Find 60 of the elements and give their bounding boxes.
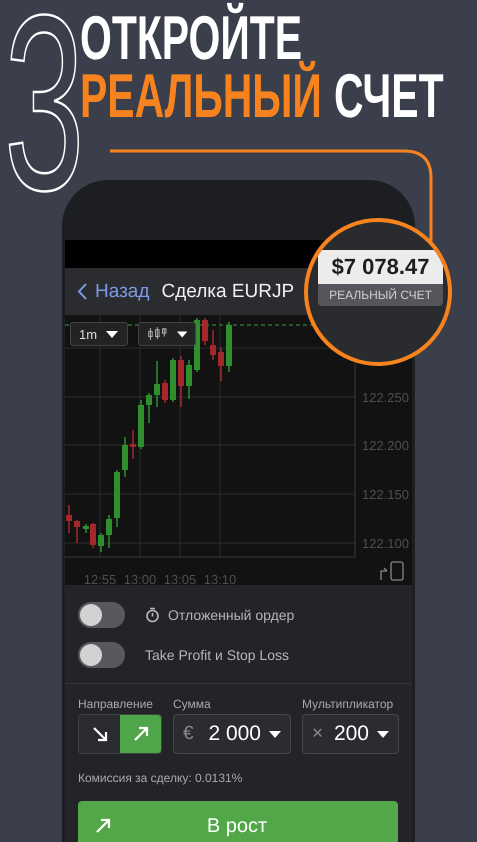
multiply-sign: × [312,723,324,745]
time-label: 12:55 [84,572,116,585]
caret-icon [176,330,187,338]
price-label: 122.100 [362,536,409,551]
candlestick-icon [147,325,168,343]
price-label: 122.150 [362,487,409,502]
candlestick [226,322,232,372]
arrow-up-right-icon [132,725,150,743]
candlestick [130,430,136,459]
multiplier-value: 200 [332,722,369,746]
option-label: Отложенный ордер [168,607,294,623]
timer-icon [145,607,160,623]
field-label: Направление [78,697,154,713]
toggle-switch[interactable] [78,642,125,668]
candlestick [98,533,104,552]
candlestick [66,505,72,533]
field-label: Сумма [173,697,212,713]
candlestick [186,360,192,399]
option-label: Take Profit и Stop Loss [145,647,289,663]
candlestick [146,393,152,423]
chevron-left-icon [77,283,87,300]
rotate-screen-icon[interactable] [380,561,404,581]
amount-value: 2 000 [207,722,261,746]
candlestick [170,358,176,402]
headline-accent: РЕАЛЬНЫЙ [80,62,322,132]
chart-type-dropdown[interactable] [138,322,196,346]
toggle-switch[interactable] [78,602,125,628]
arrow-up-right-icon [94,817,112,835]
commission-text: Комиссия за сделку: 0.0131% [78,771,244,785]
field-label: Мультипликатор [302,697,394,713]
amount-dropdown[interactable]: € 2 000 [173,714,291,754]
multiplier-dropdown[interactable]: × 200 [302,714,399,754]
candlestick [178,356,184,407]
balance-amount[interactable]: $7 078.47 [318,250,443,284]
price-label: 122.250 [362,390,409,405]
candlestick [210,330,216,360]
caret-icon [269,730,281,738]
candlestick [162,380,168,403]
account-type[interactable]: РЕАЛЬНЫЙ СЧЕТ [318,284,443,306]
caret-icon [377,730,389,738]
back-button[interactable]: Назад [77,280,150,302]
time-label: 13:05 [164,572,196,585]
currency-symbol: € [183,723,194,745]
time-label: 13:10 [204,572,236,585]
candlestick [122,437,128,477]
candlestick [218,348,224,381]
candlestick [202,318,208,345]
candlestick [106,515,112,548]
candlestick [154,361,160,407]
headline-text: СЧЕТ [334,62,444,132]
candlestick [114,470,120,527]
candlestick [138,400,144,449]
screen-title: Сделка EURJP [161,280,294,302]
arrow-down-right-icon [90,725,108,743]
direction-button[interactable] [79,715,120,753]
price-label: 122.200 [362,438,409,453]
caret-icon [106,330,118,338]
time-label: 13:00 [124,572,156,585]
candlestick [74,520,80,543]
timeframe-dropdown[interactable]: 1m [70,322,128,346]
